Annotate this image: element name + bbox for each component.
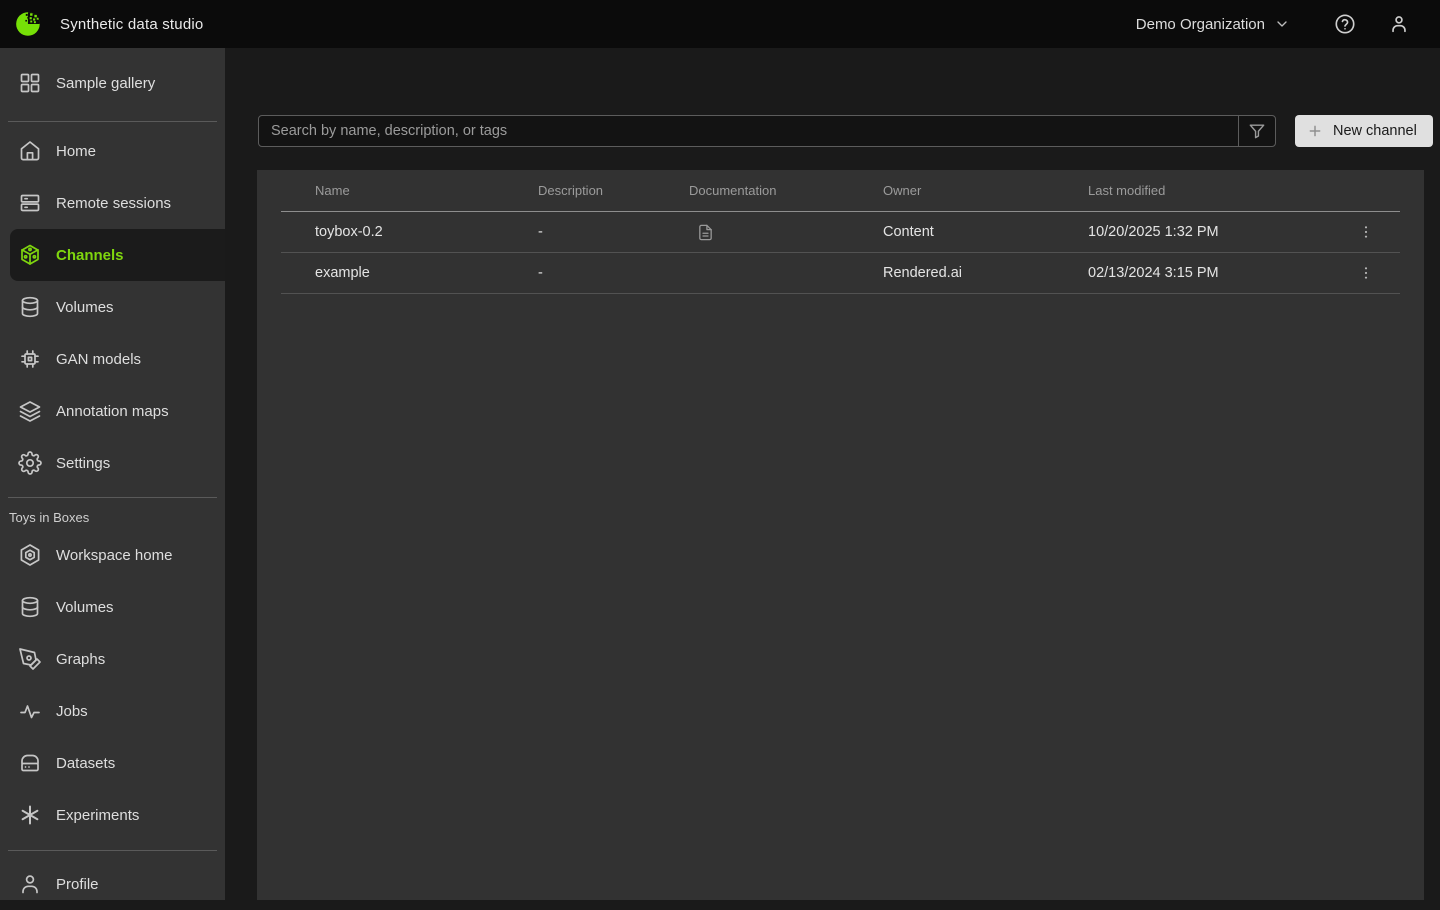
server-icon — [18, 191, 42, 215]
layers-icon — [18, 399, 42, 423]
document-icon[interactable] — [697, 224, 714, 241]
new-channel-button[interactable]: New channel — [1295, 115, 1433, 147]
chevron-down-icon — [1274, 16, 1290, 32]
sidebar-item-experiments[interactable]: Experiments — [0, 789, 225, 841]
sidebar-item-workspace-volumes[interactable]: Volumes — [0, 581, 225, 633]
home-icon — [18, 139, 42, 163]
column-header-last-modified: Last modified — [1088, 183, 1318, 198]
chip-icon — [18, 347, 42, 371]
column-header-owner: Owner — [883, 183, 1088, 198]
sidebar-item-gan-models[interactable]: GAN models — [0, 333, 225, 385]
database-icon — [18, 295, 42, 319]
search-input[interactable] — [259, 116, 1238, 146]
asterisk-icon — [18, 803, 42, 827]
sidebar-item-label: Datasets — [56, 755, 115, 772]
sidebar-item-label: Graphs — [56, 651, 105, 668]
filter-funnel-icon — [1247, 121, 1267, 141]
app-title: Synthetic data studio — [60, 16, 203, 33]
sidebar-divider — [8, 850, 217, 851]
sidebar-item-label: Jobs — [56, 703, 88, 720]
sidebar-item-label: GAN models — [56, 351, 141, 368]
gear-icon — [18, 451, 42, 475]
column-header-name: Name — [281, 183, 538, 198]
new-channel-button-label: New channel — [1333, 123, 1417, 139]
sidebar-item-channels[interactable]: Channels — [10, 229, 225, 281]
sidebar-item-label: Channels — [56, 247, 124, 264]
sidebar-item-label: Settings — [56, 455, 110, 472]
sidebar-item-label: Annotation maps — [56, 403, 169, 420]
main-content: Channels New channel Name Description Do… — [225, 48, 1440, 900]
channel-owner: Rendered.ai — [883, 265, 1088, 281]
sidebar-item-label: Profile — [56, 876, 99, 893]
top-bar: Synthetic data studio Demo Organization — [0, 0, 1440, 48]
workspace-cube-icon — [18, 543, 42, 567]
channel-last-modified: 10/20/2025 1:32 PM — [1088, 224, 1318, 240]
sidebar-item-sample-gallery[interactable]: Sample gallery — [0, 57, 225, 109]
sidebar-item-label: Workspace home — [56, 547, 172, 564]
user-account-icon[interactable] — [1388, 13, 1410, 35]
organization-selector[interactable]: Demo Organization — [1136, 16, 1290, 33]
filter-button[interactable] — [1238, 116, 1275, 146]
sidebar-item-home[interactable]: Home — [0, 125, 225, 177]
search-bar — [258, 115, 1276, 147]
sidebar-item-remote-sessions[interactable]: Remote sessions — [0, 177, 225, 229]
channel-name: toybox-0.2 — [281, 224, 538, 240]
channel-description: - — [538, 224, 689, 240]
user-icon — [18, 872, 42, 896]
sidebar-item-jobs[interactable]: Jobs — [0, 685, 225, 737]
sidebar-item-volumes[interactable]: Volumes — [0, 281, 225, 333]
help-icon[interactable] — [1334, 13, 1356, 35]
row-menu-kebab-icon[interactable] — [1356, 222, 1376, 242]
channel-last-modified: 02/13/2024 3:15 PM — [1088, 265, 1318, 281]
channel-owner: Content — [883, 224, 1088, 240]
pen-tool-icon — [18, 647, 42, 671]
table-row[interactable]: example - Rendered.ai 02/13/2024 3:15 PM — [281, 253, 1400, 294]
sidebar-item-profile[interactable]: Profile — [0, 858, 225, 910]
channels-cube-icon — [18, 243, 42, 267]
sidebar-item-graphs[interactable]: Graphs — [0, 633, 225, 685]
column-header-documentation: Documentation — [689, 183, 883, 198]
organization-name: Demo Organization — [1136, 16, 1265, 33]
sidebar-item-label: Remote sessions — [56, 195, 171, 212]
row-menu-kebab-icon[interactable] — [1356, 263, 1376, 283]
sidebar-item-label: Experiments — [56, 807, 139, 824]
sidebar-item-label: Volumes — [56, 299, 114, 316]
sidebar-item-datasets[interactable]: Datasets — [0, 737, 225, 789]
sidebar: Sample gallery Home Remote sessions Chan… — [0, 48, 225, 900]
workspace-section-label: Toys in Boxes — [0, 498, 225, 529]
grid-icon — [18, 71, 42, 95]
database-icon — [18, 595, 42, 619]
rendered-ai-logo-icon — [14, 9, 44, 39]
channels-table-panel: Name Description Documentation Owner Las… — [257, 170, 1424, 900]
channel-name: example — [281, 265, 538, 281]
sidebar-divider — [8, 121, 217, 122]
table-row[interactable]: toybox-0.2 - Content 10/20/2025 1:32 PM — [281, 212, 1400, 253]
sidebar-item-annotation-maps[interactable]: Annotation maps — [0, 385, 225, 437]
activity-icon — [18, 699, 42, 723]
channel-description: - — [538, 265, 689, 281]
table-header-row: Name Description Documentation Owner Las… — [281, 170, 1400, 212]
sidebar-item-label: Home — [56, 143, 96, 160]
sidebar-item-settings[interactable]: Settings — [0, 437, 225, 489]
plus-icon — [1307, 123, 1323, 139]
hard-drive-icon — [18, 751, 42, 775]
column-header-description: Description — [538, 183, 689, 198]
sidebar-item-workspace-home[interactable]: Workspace home — [0, 529, 225, 581]
sidebar-item-label: Volumes — [56, 599, 114, 616]
sidebar-item-label: Sample gallery — [56, 75, 155, 92]
